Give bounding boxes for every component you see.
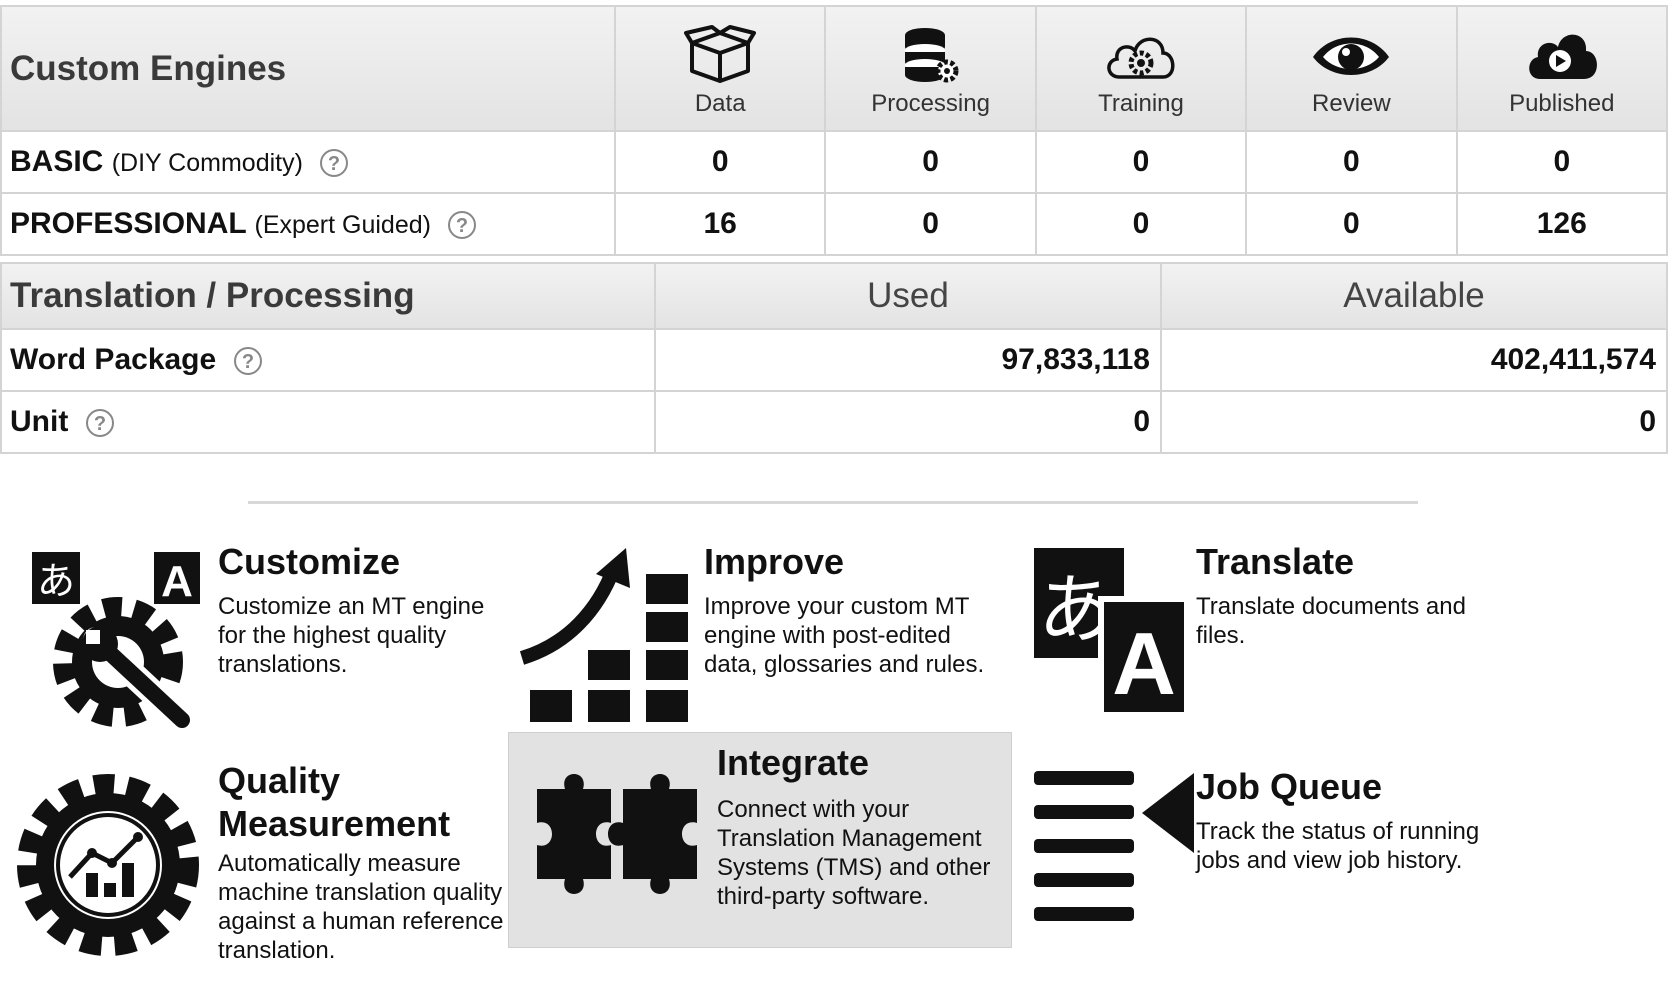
translate-language-icon: あ A xyxy=(1034,548,1184,716)
stage-label: Data xyxy=(694,90,746,117)
tier-sub: (Expert Guided) xyxy=(254,211,431,239)
feature-title[interactable]: Job Queue xyxy=(1196,765,1382,808)
eye-icon xyxy=(1313,37,1390,75)
quota-row-label: Word Package ? xyxy=(0,328,656,392)
tier-name: PROFESSIONAL xyxy=(10,207,247,240)
customize-tile[interactable]: あ A Customize Customize an MT engine for… xyxy=(12,540,532,760)
available-column-header: Available xyxy=(1160,262,1668,330)
engines-header-row: Custom Engines Data Processing Training … xyxy=(0,5,1669,132)
stage-published[interactable]: Published xyxy=(1455,5,1669,132)
used-column-header: Used xyxy=(654,262,1162,330)
feature-title[interactable]: Improve xyxy=(704,540,844,583)
feature-title[interactable]: Quality Measurement xyxy=(218,759,508,845)
stage-training[interactable]: Training xyxy=(1034,5,1248,132)
table-row: BASIC (DIY Commodity) ? 0 0 0 0 0 xyxy=(0,130,1669,194)
feature-title[interactable]: Translate xyxy=(1196,540,1354,583)
job-queue-list-icon xyxy=(1034,771,1194,921)
count-cell[interactable]: 16 xyxy=(613,192,827,256)
tier-name: BASIC xyxy=(10,145,104,178)
quality-gear-chart-icon xyxy=(17,774,199,956)
stage-label: Review xyxy=(1312,90,1391,117)
feature-title[interactable]: Customize xyxy=(218,540,400,583)
help-icon[interactable]: ? xyxy=(319,148,349,178)
tier-sub: (DIY Commodity) xyxy=(111,149,303,177)
feature-desc: Improve your custom MT engine with post-… xyxy=(704,593,985,678)
feature-title[interactable]: Integrate xyxy=(717,741,869,784)
stage-data[interactable]: Data xyxy=(613,5,827,132)
feature-desc: Track the status of running jobs and vie… xyxy=(1196,818,1480,874)
quota-name: Unit xyxy=(10,405,69,438)
cloud-play-icon xyxy=(1529,34,1597,79)
stage-label: Published xyxy=(1509,90,1615,117)
stage-label: Processing xyxy=(871,90,990,117)
quota-name: Word Package xyxy=(10,343,217,376)
quota-title: Translation / Processing xyxy=(0,262,656,330)
svg-text:?: ? xyxy=(241,351,253,373)
stage-label: Training xyxy=(1098,90,1184,117)
count-cell[interactable]: 0 xyxy=(1245,130,1458,194)
translation-processing-table: Translation / Processing Used Available … xyxy=(0,262,1668,454)
customize-gear-wrench-icon: あ A xyxy=(32,552,200,730)
svg-text:A: A xyxy=(1112,614,1176,713)
used-value: 97,833,118 xyxy=(654,328,1162,392)
available-value: 0 xyxy=(1160,390,1668,454)
count-cell[interactable]: 126 xyxy=(1455,192,1669,256)
svg-text:?: ? xyxy=(456,215,468,237)
improve-chart-arrow-icon xyxy=(519,548,688,722)
count-cell[interactable]: 0 xyxy=(1034,130,1248,194)
quota-header-row: Translation / Processing Used Available xyxy=(0,262,1668,330)
feature-desc: Customize an MT engine for the highest q… xyxy=(218,593,485,678)
help-icon[interactable]: ? xyxy=(233,346,263,376)
svg-text:あ: あ xyxy=(37,559,75,603)
translate-tile[interactable]: あ A Translate Translate documents and fi… xyxy=(1030,540,1550,760)
count-cell[interactable]: 0 xyxy=(824,192,1037,256)
table-row: Word Package ? 97,833,118 402,411,574 xyxy=(0,328,1668,392)
svg-text:?: ? xyxy=(328,153,340,175)
count-cell[interactable]: 0 xyxy=(1455,130,1669,194)
engines-title: Custom Engines xyxy=(0,5,616,132)
svg-text:?: ? xyxy=(94,413,106,435)
help-icon[interactable]: ? xyxy=(447,210,477,240)
stage-review[interactable]: Review xyxy=(1245,5,1458,132)
improve-tile[interactable]: Improve Improve your custom MT engine wi… xyxy=(518,540,1038,760)
database-gear-icon xyxy=(904,28,959,83)
used-value: 0 xyxy=(654,390,1162,454)
feature-desc: Connect with your Translation Management… xyxy=(717,796,991,910)
feature-desc: Translate documents and files. xyxy=(1196,593,1466,649)
stage-processing[interactable]: Processing xyxy=(824,5,1037,132)
feature-desc: Automatically measure machine translatio… xyxy=(218,850,504,964)
svg-text:A: A xyxy=(161,557,193,606)
help-icon[interactable]: ? xyxy=(85,408,115,438)
custom-engines-table: Custom Engines Data Processing Training … xyxy=(0,5,1669,256)
count-cell[interactable]: 0 xyxy=(613,130,827,194)
available-value: 402,411,574 xyxy=(1160,328,1668,392)
integrate-tile[interactable]: Integrate Connect with your Translation … xyxy=(508,732,1012,948)
count-cell[interactable]: 0 xyxy=(1034,192,1248,256)
table-row: PROFESSIONAL (Expert Guided) ? 16 0 0 0 … xyxy=(0,192,1669,256)
table-row: Unit ? 0 0 xyxy=(0,390,1668,454)
job-queue-tile[interactable]: Job Queue Track the status of running jo… xyxy=(1030,765,1550,985)
engine-tier-basic: BASIC (DIY Commodity) ? xyxy=(0,130,616,194)
section-divider xyxy=(248,501,1418,504)
quota-row-label: Unit ? xyxy=(0,390,656,454)
cloud-gear-icon xyxy=(1107,37,1175,79)
quality-measurement-tile[interactable]: Quality Measurement Automatically measur… xyxy=(12,760,532,985)
puzzle-icon xyxy=(537,774,697,894)
box-icon xyxy=(684,25,757,83)
count-cell[interactable]: 0 xyxy=(824,130,1037,194)
engine-tier-professional: PROFESSIONAL (Expert Guided) ? xyxy=(0,192,616,256)
count-cell[interactable]: 0 xyxy=(1245,192,1458,256)
